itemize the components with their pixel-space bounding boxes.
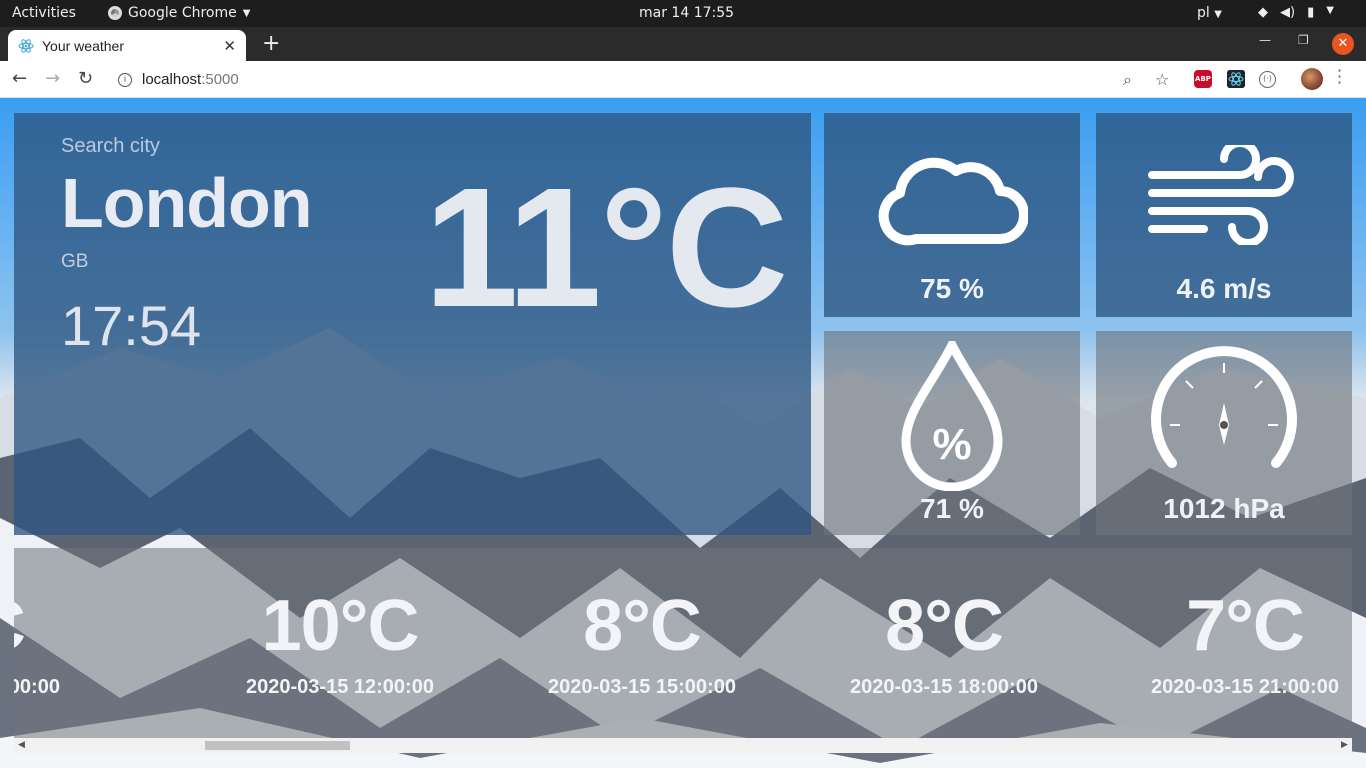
extension-icon[interactable]: (·): [1259, 71, 1276, 88]
forecast-scrollbar[interactable]: ◀ ▶: [14, 738, 1352, 753]
maximize-button[interactable]: ❐: [1298, 33, 1309, 47]
scrollbar-thumb[interactable]: [205, 741, 350, 750]
wifi-icon: ◆: [1258, 5, 1268, 20]
zoom-icon[interactable]: ⌕: [1123, 70, 1132, 90]
back-icon[interactable]: ←: [12, 68, 27, 89]
forecast-temp: 7°C: [1186, 586, 1305, 666]
language-label: pl: [1197, 5, 1210, 21]
wind-icon: [1148, 145, 1294, 245]
barometer-icon: [1151, 346, 1297, 468]
tab-title: Your weather: [42, 37, 124, 54]
profile-avatar[interactable]: [1301, 68, 1323, 90]
forecast-date: 2020-03-15 18:00:00: [850, 676, 1038, 698]
chrome-icon: [108, 6, 122, 20]
address-bar[interactable]: i localhost:5000: [108, 65, 1185, 94]
reload-icon[interactable]: ↻: [78, 68, 93, 89]
minimize-button[interactable]: —: [1259, 33, 1271, 47]
forecast-temp: 8°C: [583, 586, 702, 666]
forward-icon[interactable]: →: [45, 68, 60, 89]
humidity-drop-icon: %: [901, 341, 1003, 491]
tab-strip: Your weather ✕ + — ❐: [0, 27, 1366, 61]
forecast-date: 2020-03-15 09:00:00: [14, 676, 60, 698]
forecast-date: 2020-03-15 15:00:00: [548, 676, 736, 698]
activities-button[interactable]: Activities: [12, 5, 76, 21]
react-icon: [18, 38, 34, 53]
cloudiness-tile: 75 %: [824, 113, 1080, 317]
react-devtools-icon[interactable]: [1227, 70, 1245, 88]
chevron-down-icon: ▼: [1326, 5, 1334, 16]
app-name: Google Chrome: [128, 5, 237, 21]
forecast-strip[interactable]: 0°C 2020-03-15 09:00:00 10°C 2020-03-15 …: [14, 548, 1352, 738]
chevron-down-icon: ▼: [1214, 9, 1222, 20]
forecast-date: 2020-03-15 12:00:00: [246, 676, 434, 698]
forecast-temp: 0°C: [14, 590, 86, 662]
language-indicator[interactable]: pl ▼: [1197, 5, 1222, 21]
more-menu-icon[interactable]: · · ·: [1337, 63, 1342, 91]
wind-tile: 4.6 m/s: [1096, 113, 1352, 317]
app-menu[interactable]: Google Chrome ▼: [108, 5, 250, 21]
bookmark-star-icon[interactable]: ☆: [1155, 70, 1169, 89]
window-close-button[interactable]: ✕: [1332, 33, 1354, 55]
search-city-input[interactable]: Search city: [61, 135, 160, 158]
svg-text:%: %: [932, 420, 971, 469]
system-clock[interactable]: mar 14 17:55: [639, 5, 734, 21]
url-host: localhost: [142, 71, 202, 88]
pressure-value: 1012 hPa: [1163, 493, 1285, 524]
forecast-date: 2020-03-15 21:00:00: [1151, 676, 1339, 698]
forecast-temp: 8°C: [885, 586, 1004, 666]
adblock-plus-icon[interactable]: ABP: [1194, 70, 1212, 88]
forecast-item: 0°C 2020-03-15 09:00:00: [14, 590, 86, 699]
current-weather-panel: Search city London GB 17:54 11°C: [14, 113, 811, 535]
country-code: GB: [61, 251, 89, 272]
humidity-tile: % 71 %: [824, 331, 1080, 535]
info-icon[interactable]: i: [118, 72, 132, 87]
forecast-item: 7°C 2020-03-15 21:00:00: [1125, 590, 1352, 699]
os-top-bar: Activities Google Chrome ▼ mar 14 17:55 …: [0, 0, 1366, 27]
scroll-left-icon[interactable]: ◀: [18, 740, 25, 750]
chevron-down-icon: ▼: [242, 7, 251, 19]
tab-your-weather[interactable]: Your weather ✕: [8, 30, 246, 61]
battery-icon: ▮: [1307, 5, 1315, 20]
url-port: :5000: [201, 71, 239, 88]
current-temperature: 11°C: [424, 153, 788, 343]
new-tab-button[interactable]: +: [262, 31, 280, 56]
humidity-value: 71 %: [920, 493, 984, 524]
wind-value: 4.6 m/s: [1176, 273, 1272, 304]
pressure-tile: 1012 hPa: [1096, 331, 1352, 535]
forecast-item: 8°C 2020-03-15 18:00:00: [824, 590, 1064, 699]
close-icon[interactable]: ✕: [223, 37, 236, 55]
local-time: 17:54: [61, 294, 202, 357]
forecast-item: 10°C 2020-03-15 12:00:00: [220, 590, 460, 699]
forecast-temp: 10°C: [261, 586, 420, 666]
browser-toolbar: ← → ↻ i localhost:5000 ⌕ ☆: [0, 61, 1366, 98]
system-tray[interactable]: ◆ ◀) ▮ ▼: [1258, 5, 1334, 20]
forecast-item: 8°C 2020-03-15 15:00:00: [522, 590, 762, 699]
cloudiness-value: 75 %: [920, 273, 984, 304]
city-name: London: [61, 164, 313, 242]
volume-icon: ◀): [1280, 5, 1296, 20]
cloud-icon: [878, 157, 1028, 246]
scroll-right-icon[interactable]: ▶: [1341, 740, 1348, 750]
weather-page: Search city London GB 17:54 11°C 75 % 4.…: [0, 98, 1366, 768]
